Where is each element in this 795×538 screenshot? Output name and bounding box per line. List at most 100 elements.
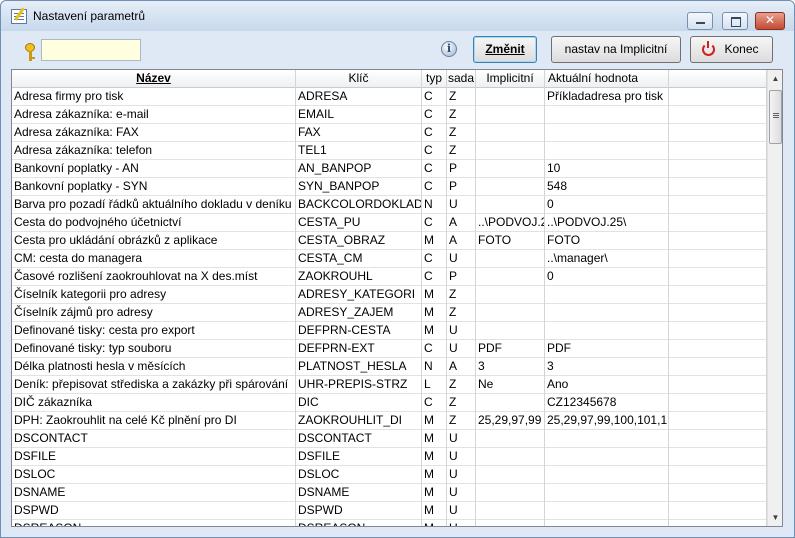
table-row[interactable]: Adresa zákazníka: e-mail EMAIL C Z <box>12 106 767 124</box>
cell-key: UHR-PREPIS-STRZ <box>296 376 422 394</box>
table-row[interactable]: CM: cesta do managera CESTA_CM C U ..\manage… <box>12 250 767 268</box>
cell-type: C <box>422 160 447 178</box>
cell-default <box>476 304 545 322</box>
cell-name: Definované tisky: cesta pro export <box>12 322 296 340</box>
table-row[interactable]: DIČ zákazníka DIC C Z CZ12345678 <box>12 394 767 412</box>
cell-type: C <box>422 340 447 358</box>
column-header-default[interactable]: Implicitní <box>476 70 545 88</box>
cell-name: Cesta do podvojného účetnictví <box>12 214 296 232</box>
cell-type: C <box>422 268 447 286</box>
cell-current-value <box>545 322 669 340</box>
table-row[interactable]: DSNAME DSNAME M U <box>12 484 767 502</box>
set-default-button[interactable]: nastav na Implicitní <box>551 36 681 63</box>
column-header-set[interactable]: sada <box>447 70 476 88</box>
table-row[interactable]: Bankovní poplatky - AN AN_BANPOP C P 10 <box>12 160 767 178</box>
column-header-type[interactable]: typ <box>422 70 447 88</box>
cell-current-value <box>545 124 669 142</box>
cell-type: M <box>422 232 447 250</box>
cell-extra <box>669 448 767 466</box>
cell-extra <box>669 286 767 304</box>
cell-name: DSREASON <box>12 520 296 526</box>
cell-type: C <box>422 106 447 124</box>
minimize-button[interactable] <box>687 12 713 30</box>
scroll-up-arrow-icon[interactable]: ▲ <box>768 70 782 87</box>
cell-set: P <box>447 160 476 178</box>
info-icon[interactable]: i <box>441 41 457 57</box>
table-row[interactable]: DSPWD DSPWD M U <box>12 502 767 520</box>
table-row[interactable]: Délka platnosti hesla v měsících PLATNOST… <box>12 358 767 376</box>
cell-set: A <box>447 214 476 232</box>
scroll-thumb[interactable] <box>769 90 782 144</box>
search-input[interactable] <box>41 39 141 61</box>
table-row[interactable]: Číselník kategorii pro adresy ADRESY_KATE… <box>12 286 767 304</box>
cell-current-value: Ano <box>545 376 669 394</box>
cell-name: Číselník kategorii pro adresy <box>12 286 296 304</box>
cell-type: M <box>422 520 447 526</box>
vertical-scrollbar[interactable]: ▲ ▼ <box>767 70 782 526</box>
table-row[interactable]: Definované tisky: typ souboru DEFPRN-EXT C… <box>12 340 767 358</box>
table-row[interactable]: Adresa firmy pro tisk ADRESA C Z Příkladadre… <box>12 88 767 106</box>
table-row[interactable]: DSCONTACT DSCONTACT M U <box>12 430 767 448</box>
table-row[interactable]: Barva pro pozadí řádků aktuálního doklad… <box>12 196 767 214</box>
table-row[interactable]: DSREASONDSREASONMU <box>12 520 767 526</box>
title-bar[interactable]: Nastavení parametrů <box>1 1 794 31</box>
maximize-button[interactable] <box>722 12 748 30</box>
table-row[interactable]: Definované tisky: cesta pro export DEFPRN… <box>12 322 767 340</box>
column-header-key[interactable]: Klíč <box>296 70 422 88</box>
cell-set: U <box>447 430 476 448</box>
table-row[interactable]: Adresa zákazníka: telefon TEL1 C Z <box>12 142 767 160</box>
table-row[interactable]: Adresa zákazníka: FAX FAX C Z <box>12 124 767 142</box>
cell-current-value: PDF <box>545 340 669 358</box>
cell-current-value: CZ12345678 <box>545 394 669 412</box>
cell-name: Bankovní poplatky - AN <box>12 160 296 178</box>
column-header-name[interactable]: Název <box>12 70 296 88</box>
cell-default <box>476 430 545 448</box>
cell-current-value: 10 <box>545 160 669 178</box>
cell-default <box>476 160 545 178</box>
table-row[interactable]: Cesta pro ukládání obrázků z aplikace CES… <box>12 232 767 250</box>
cell-default: FOTO <box>476 232 545 250</box>
column-header-extra[interactable] <box>669 70 767 88</box>
cell-current-value: 0 <box>545 268 669 286</box>
cell-extra <box>669 502 767 520</box>
cell-name: Délka platnosti hesla v měsících <box>12 358 296 376</box>
table-row[interactable]: Deník: přepisovat střediska a zakázky př… <box>12 376 767 394</box>
cell-key: SYN_BANPOP <box>296 178 422 196</box>
cell-extra <box>669 340 767 358</box>
cell-type: C <box>422 88 447 106</box>
table-row[interactable]: Cesta do podvojného účetnictví CESTA_PU C A… <box>12 214 767 232</box>
scroll-down-arrow-icon[interactable]: ▼ <box>768 509 782 526</box>
cell-default <box>476 448 545 466</box>
cell-current-value: 3 <box>545 358 669 376</box>
change-button[interactable]: Změnit <box>473 36 537 63</box>
column-header-current-value[interactable]: Aktuální hodnota <box>545 70 669 88</box>
cell-extra <box>669 142 767 160</box>
cell-type: M <box>422 466 447 484</box>
cell-extra <box>669 232 767 250</box>
cell-default <box>476 142 545 160</box>
cell-default <box>476 106 545 124</box>
table-row[interactable]: Časové rozlišení zaokrouhlovat na X des.… <box>12 268 767 286</box>
cell-key: AN_BANPOP <box>296 160 422 178</box>
cell-current-value <box>545 142 669 160</box>
exit-button[interactable]: Konec <box>690 36 773 63</box>
table-row[interactable]: Bankovní poplatky - SYN SYN_BANPOP C P 548 <box>12 178 767 196</box>
table-row[interactable]: DSLOC DSLOC M U <box>12 466 767 484</box>
close-window-button[interactable] <box>755 12 785 30</box>
cell-extra <box>669 412 767 430</box>
cell-name: DSFILE <box>12 448 296 466</box>
cell-extra <box>669 394 767 412</box>
table-row[interactable]: DSFILE DSFILE M U <box>12 448 767 466</box>
cell-key: PLATNOST_HESLA <box>296 358 422 376</box>
cell-key: DSREASON <box>296 520 422 526</box>
cell-current-value <box>545 466 669 484</box>
table-row[interactable]: Číselník zájmů pro adresy ADRESY_ZAJEM M Z <box>12 304 767 322</box>
cell-default: Ne <box>476 376 545 394</box>
cell-name: DSCONTACT <box>12 430 296 448</box>
table-row[interactable]: DPH: Zaokrouhlit na celé Kč plnění pro D… <box>12 412 767 430</box>
cell-type: M <box>422 484 447 502</box>
cell-key: FAX <box>296 124 422 142</box>
cell-current-value <box>545 304 669 322</box>
cell-key: DSLOC <box>296 466 422 484</box>
cell-type: C <box>422 178 447 196</box>
